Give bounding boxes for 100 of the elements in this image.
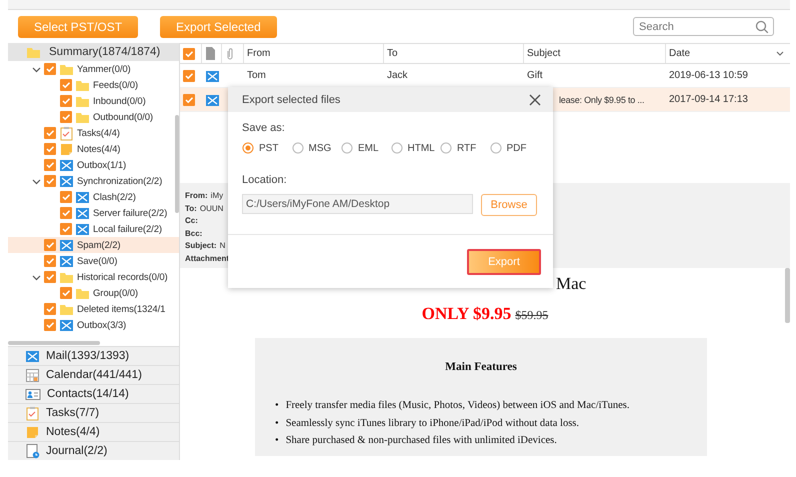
tree-item[interactable]: Feeds(0/0) bbox=[8, 77, 179, 93]
section-label: Save as: bbox=[242, 122, 286, 134]
tree-item[interactable]: Outbound(0/0) bbox=[8, 109, 179, 125]
radio-button[interactable] bbox=[341, 142, 353, 154]
field-label: To: bbox=[185, 204, 197, 213]
radio-label[interactable]: EML bbox=[358, 142, 379, 154]
folder-icon bbox=[75, 94, 90, 108]
field-label: Attachment bbox=[185, 254, 230, 263]
checkbox[interactable] bbox=[183, 48, 195, 60]
folder-icon bbox=[75, 110, 90, 124]
nav-item[interactable]: Mail(1393/1393) bbox=[8, 346, 179, 365]
folder-icon bbox=[59, 270, 74, 284]
field-value: iMy bbox=[210, 191, 224, 200]
scrollbar-thumb[interactable] bbox=[175, 115, 179, 213]
checkbox[interactable] bbox=[44, 255, 56, 267]
tree-item[interactable]: Tasks(4/4) bbox=[8, 125, 179, 141]
chevron-icon[interactable] bbox=[32, 64, 41, 74]
checkbox[interactable] bbox=[60, 79, 72, 91]
radio-button[interactable] bbox=[440, 142, 452, 154]
scrollbar-thumb[interactable] bbox=[8, 341, 100, 345]
checkbox[interactable] bbox=[44, 271, 56, 283]
column-header[interactable]: From bbox=[244, 44, 384, 63]
checkbox[interactable] bbox=[60, 223, 72, 235]
checkbox[interactable] bbox=[60, 111, 72, 123]
field-label: Bcc: bbox=[185, 228, 202, 238]
radio-label[interactable]: MSG bbox=[308, 142, 332, 154]
envelope-icon bbox=[59, 158, 74, 172]
search-field[interactable]: Search bbox=[633, 17, 774, 36]
close-button[interactable] bbox=[529, 94, 541, 106]
chevron-icon[interactable] bbox=[32, 272, 41, 282]
chevron-icon[interactable] bbox=[32, 176, 41, 186]
tree-item[interactable]: Local failure(2/2) bbox=[8, 221, 179, 237]
radio-label[interactable]: PDF bbox=[506, 142, 526, 154]
location-field[interactable]: C:/Users/iMyFone AM/Desktop bbox=[242, 194, 473, 214]
checkbox[interactable] bbox=[183, 70, 195, 82]
search-icon bbox=[755, 20, 769, 34]
radio-label[interactable]: HTML bbox=[408, 142, 435, 154]
tree-item[interactable]: Notes(4/4) bbox=[8, 141, 179, 157]
radio-label[interactable]: PST bbox=[259, 142, 278, 154]
tree-item[interactable]: Save(0/0) bbox=[8, 253, 179, 269]
tree-root-item[interactable]: Summary(1874/1874) bbox=[8, 43, 179, 61]
checkbox[interactable] bbox=[44, 63, 56, 75]
tree-item[interactable]: Server failure(2/2) bbox=[8, 205, 179, 221]
nav-item[interactable]: Notes(4/4) bbox=[8, 422, 179, 441]
radio-button[interactable] bbox=[292, 142, 304, 154]
folder-icon bbox=[26, 45, 41, 59]
column-header[interactable]: To bbox=[384, 44, 524, 63]
radio-button[interactable] bbox=[490, 142, 502, 154]
nav-item[interactable]: Contacts(14/14) bbox=[8, 384, 179, 403]
envelope-icon bbox=[59, 318, 74, 332]
column-header[interactable]: Subject bbox=[524, 44, 666, 63]
checkbox[interactable] bbox=[44, 319, 56, 331]
radio-button[interactable] bbox=[390, 142, 402, 154]
sale-price: ONLY $9.95 bbox=[422, 304, 512, 324]
checkbox[interactable] bbox=[60, 287, 72, 299]
envelope-icon bbox=[75, 222, 90, 236]
email-heading: Mac bbox=[556, 274, 586, 294]
scrollbar-thumb[interactable] bbox=[785, 268, 790, 323]
checkbox[interactable] bbox=[44, 175, 56, 187]
feature-item: Share purchased & non-purchased files with unlimited iDevices. bbox=[286, 435, 557, 446]
file-icon bbox=[205, 47, 216, 60]
checkbox[interactable] bbox=[44, 143, 56, 155]
checkbox[interactable] bbox=[60, 95, 72, 107]
folder-icon bbox=[59, 302, 74, 316]
field-label: From: bbox=[185, 191, 208, 200]
nav-item[interactable]: Journal(2/2) bbox=[8, 441, 179, 460]
checkbox[interactable] bbox=[44, 303, 56, 315]
radio-label[interactable]: RTF bbox=[457, 142, 476, 154]
tree-item[interactable]: Outbox(1/1) bbox=[8, 157, 179, 173]
tree-item[interactable]: Inbound(0/0) bbox=[8, 93, 179, 109]
tree-item[interactable]: Clash(2/2) bbox=[8, 189, 179, 205]
tree-item[interactable]: Spam(2/2) bbox=[8, 237, 179, 253]
features-title: Main Features bbox=[444, 361, 518, 373]
dialog-title: Export selected files bbox=[242, 94, 340, 106]
table-cell: 2019-06-13 10:59 bbox=[669, 70, 748, 81]
envelope-icon bbox=[205, 92, 220, 106]
column-header[interactable]: Date bbox=[666, 44, 790, 63]
nav-item[interactable]: Calendar(441/441) bbox=[8, 365, 179, 384]
checkbox[interactable] bbox=[60, 207, 72, 219]
table-cell: 2017-09-14 17:13 bbox=[669, 94, 748, 105]
checkbox[interactable] bbox=[60, 191, 72, 203]
tree-item[interactable]: Historical records(0/0) bbox=[8, 269, 179, 285]
tree-item[interactable]: Deleted items(1324/1 bbox=[8, 301, 179, 317]
tree-item[interactable]: Outbox(3/3) bbox=[8, 317, 179, 333]
feature-item: Seamlessly sync iTunes library to iPhone/iPad/iPod without data loss. bbox=[286, 418, 580, 429]
folder-icon bbox=[75, 78, 90, 92]
feature-item: Freely transfer media files (Music, Photos, Videos) between iOS and Mac/iTunes. bbox=[286, 400, 630, 412]
bullet: • bbox=[275, 435, 279, 446]
tree-item[interactable]: Yammer(0/0) bbox=[8, 61, 179, 77]
checkbox[interactable] bbox=[44, 159, 56, 171]
radio-button[interactable] bbox=[242, 142, 254, 154]
calendar-icon bbox=[25, 368, 40, 382]
nav-item[interactable]: Tasks(7/7) bbox=[8, 403, 179, 422]
checkbox[interactable] bbox=[44, 239, 56, 251]
note-icon bbox=[59, 142, 74, 156]
checkbox[interactable] bbox=[44, 127, 56, 139]
tree-item[interactable]: Synchronization(2/2) bbox=[8, 173, 179, 189]
checkbox[interactable] bbox=[183, 94, 195, 106]
envelope-icon bbox=[205, 68, 220, 82]
tree-item[interactable]: Group(0/0) bbox=[8, 285, 179, 301]
